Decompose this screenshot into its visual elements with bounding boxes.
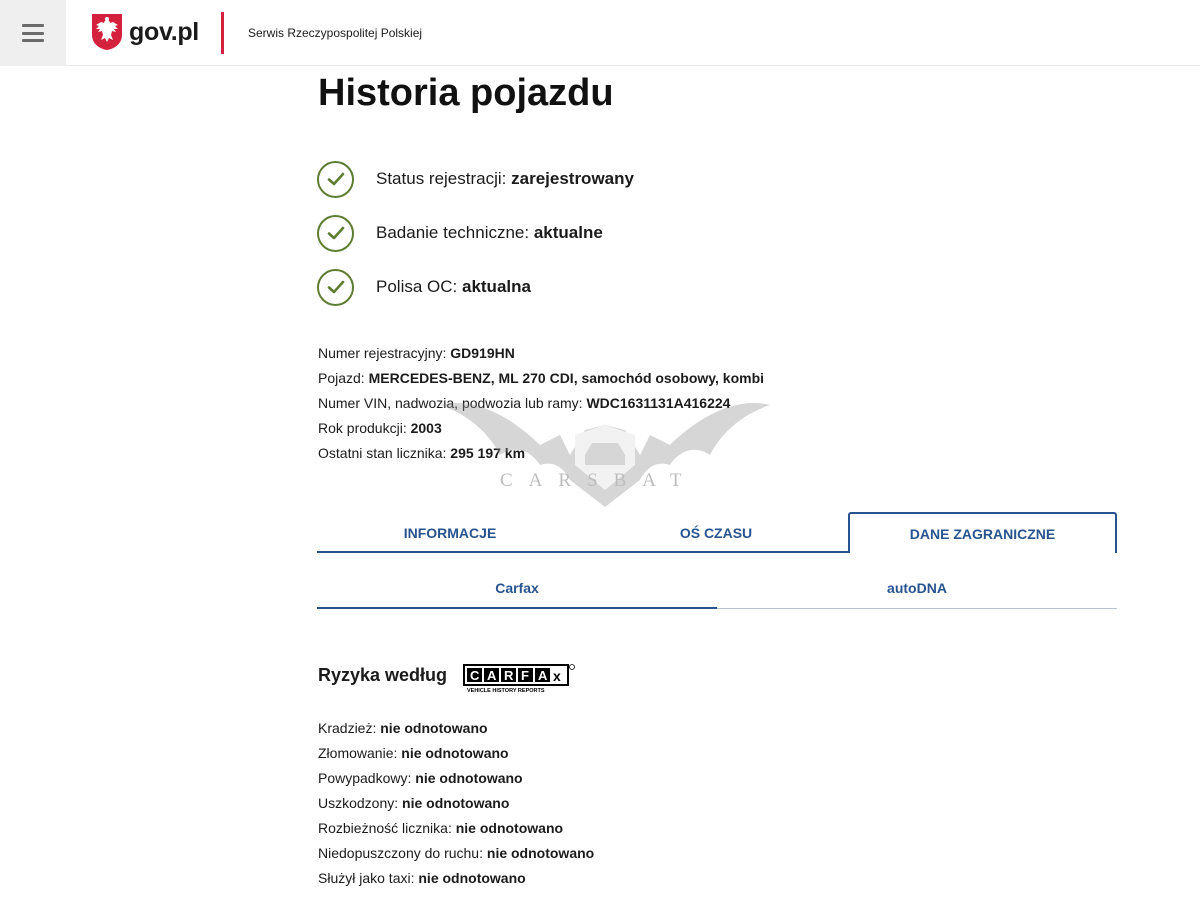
status-label: Polisa OC:	[376, 277, 458, 296]
tab-os-czasu[interactable]: OŚ CZASU	[583, 512, 849, 553]
risk-value: nie odnotowano	[455, 820, 564, 836]
status-row-inspection: Badanie techniczne: aktualne	[317, 214, 603, 252]
risk-item-odometer: Rozbieżność licznika: nie odnotowano	[318, 820, 563, 836]
info-vin: Numer VIN, nadwozia, podwozia lub ramy: …	[318, 395, 730, 411]
subtab-carfax[interactable]: Carfax	[317, 572, 717, 609]
info-value: GD919HN	[450, 345, 515, 361]
info-vehicle: Pojazd: MERCEDES-BENZ, ML 270 CDI, samoc…	[318, 370, 764, 386]
sub-tabs: Carfax autoDNA	[317, 572, 1117, 609]
tab-dane-zagraniczne[interactable]: DANE ZAGRANICZNE	[848, 512, 1117, 553]
risk-item-damaged: Uszkodzony: nie odnotowano	[318, 795, 509, 811]
info-label: Numer rejestracyjny:	[318, 345, 447, 361]
svg-text:C: C	[470, 668, 480, 683]
hamburger-menu-icon	[22, 24, 44, 42]
risk-item-not-roadworthy: Niedopuszczony do ruchu: nie odnotowano	[318, 845, 594, 861]
risk-label: Złomowanie:	[318, 745, 398, 761]
info-mileage: Ostatni stan licznika: 295 197 km	[318, 445, 525, 461]
risk-label: Rozbieżność licznika:	[318, 820, 452, 836]
risk-section-title: Ryzyka według	[318, 665, 448, 685]
info-value: 2003	[410, 420, 442, 436]
risk-value: nie odnotowano	[418, 870, 526, 886]
risk-item-theft: Kradzież: nie odnotowano	[318, 720, 488, 736]
status-text: Status rejestracji: zarejestrowany	[376, 169, 634, 189]
status-text: Badanie techniczne: aktualne	[376, 223, 603, 243]
risk-value: nie odnotowano	[486, 845, 595, 861]
risk-value: nie odnotowano	[401, 745, 509, 761]
risk-item-accident: Powypadkowy: nie odnotowano	[318, 770, 523, 786]
info-label: Rok produkcji:	[318, 420, 407, 436]
watermark-text: CARSBAT	[500, 470, 698, 491]
header-divider	[221, 12, 224, 54]
risk-value: nie odnotowano	[380, 720, 488, 736]
status-value: aktualne	[533, 223, 603, 242]
svg-text:x: x	[553, 668, 561, 684]
status-row-insurance: Polisa OC: aktualna	[317, 268, 531, 306]
info-label: Pojazd:	[318, 370, 365, 386]
status-text: Polisa OC: aktualna	[376, 277, 531, 297]
status-value: zarejestrowany	[511, 169, 634, 188]
check-circle-icon	[317, 214, 354, 252]
svg-text:F: F	[521, 668, 529, 683]
risk-value: nie odnotowano	[415, 770, 523, 786]
info-value: MERCEDES-BENZ, ML 270 CDI, samochód osob…	[368, 370, 765, 386]
risk-item-scrapped: Złomowanie: nie odnotowano	[318, 745, 509, 761]
info-value: WDC1631131A416224	[586, 395, 731, 411]
risk-label: Niedopuszczony do ruchu:	[318, 845, 483, 861]
risk-label: Służył jako taxi:	[318, 870, 415, 886]
status-value: aktualna	[461, 277, 531, 296]
svg-text:R: R	[504, 668, 514, 683]
risk-label: Powypadkowy:	[318, 770, 412, 786]
risk-item-taxi: Służył jako taxi: nie odnotowano	[318, 870, 526, 886]
tab-informacje[interactable]: INFORMACJE	[317, 512, 583, 553]
service-name: Serwis Rzeczypospolitej Polskiej	[248, 26, 423, 40]
subtab-autodna[interactable]: autoDNA	[717, 572, 1117, 609]
status-row-registration: Status rejestracji: zarejestrowany	[317, 160, 634, 198]
carfax-logo: C A R F A x VEHICLE HISTORY REPORTS	[463, 664, 575, 694]
status-label: Badanie techniczne:	[376, 223, 530, 242]
risk-label: Kradzież:	[318, 720, 377, 736]
status-label: Status rejestracji:	[376, 169, 507, 188]
svg-text:A: A	[538, 668, 548, 683]
page-title: Historia pojazdu	[318, 72, 614, 114]
check-circle-icon	[317, 160, 354, 198]
svg-text:A: A	[487, 668, 497, 683]
polish-eagle-emblem-icon	[92, 14, 122, 50]
check-circle-icon	[317, 268, 354, 306]
main-tabs: INFORMACJE OŚ CZASU DANE ZAGRANICZNE	[317, 512, 1117, 553]
menu-button[interactable]	[0, 0, 66, 66]
info-value: 295 197 km	[450, 445, 526, 461]
info-label: Numer VIN, nadwozia, podwozia lub ramy:	[318, 395, 583, 411]
info-label: Ostatni stan licznika:	[318, 445, 447, 461]
logo-text: gov.pl	[129, 17, 199, 46]
top-bar: gov.pl Serwis Rzeczypospolitej Polskiej	[0, 0, 1200, 66]
risk-value: nie odnotowano	[402, 795, 510, 811]
svg-text:VEHICLE HISTORY REPORTS: VEHICLE HISTORY REPORTS	[467, 688, 545, 694]
gov-pl-logo[interactable]: gov.pl	[91, 13, 199, 51]
info-year: Rok produkcji: 2003	[318, 420, 442, 436]
risk-label: Uszkodzony:	[318, 795, 399, 811]
info-registration: Numer rejestracyjny: GD919HN	[318, 345, 515, 361]
